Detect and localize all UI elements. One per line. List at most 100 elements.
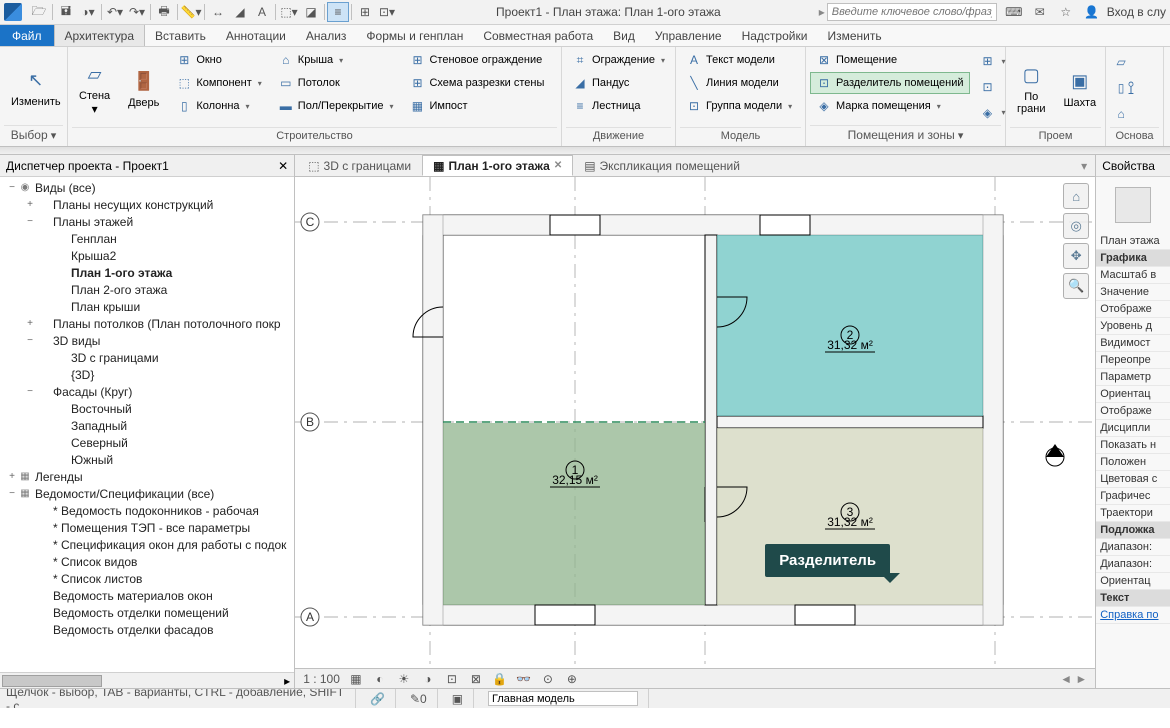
tab-addins[interactable]: Надстройки [732, 25, 818, 46]
tab-analyze[interactable]: Анализ [296, 25, 357, 46]
wall-button[interactable]: ▱Стена▾ [72, 49, 117, 127]
tree-item[interactable]: −◉Виды (все) [0, 179, 294, 196]
prop-row[interactable]: Видимост [1096, 335, 1170, 352]
modelline-button[interactable]: ╲Линия модели [680, 72, 798, 94]
nav-zoom-icon[interactable]: 🔍 [1063, 273, 1089, 299]
ramp-button[interactable]: ◢Пандус [566, 72, 671, 94]
tree-item[interactable]: Генплан [0, 230, 294, 247]
tree-item[interactable]: Ведомость отделки помещений [0, 604, 294, 621]
signin-label[interactable]: Вход в слу [1107, 5, 1166, 19]
text-icon[interactable]: A [251, 2, 273, 22]
tree-item[interactable]: −3D виды [0, 332, 294, 349]
nav-wheel-icon[interactable]: ◎ [1063, 213, 1089, 239]
prop-row[interactable]: Диапазон: [1096, 556, 1170, 573]
tree-item[interactable]: * Помещения ТЭП - все параметры [0, 519, 294, 536]
shaft-button[interactable]: ▣Шахта [1056, 49, 1103, 127]
tree-item[interactable]: Ведомость материалов окон [0, 587, 294, 604]
search-chevron-icon[interactable]: ▸ [819, 5, 825, 19]
prop-row[interactable]: Ориентац [1096, 386, 1170, 403]
prop-row[interactable]: Диапазон: [1096, 539, 1170, 556]
tree-item[interactable]: * Спецификация окон для работы с подок [0, 536, 294, 553]
prop-row[interactable]: Ориентац [1096, 573, 1170, 590]
prop-row[interactable]: Параметр [1096, 369, 1170, 386]
close-icon[interactable]: ✕ [278, 159, 288, 173]
vscroll-icon[interactable]: ◄ ► [1060, 672, 1087, 686]
close-views-icon[interactable]: ⊞ [354, 2, 376, 22]
expand-icon[interactable]: − [6, 182, 18, 193]
tab-annotate[interactable]: Аннотации [216, 25, 296, 46]
tree-item[interactable]: Восточный [0, 400, 294, 417]
type-name[interactable]: План этажа [1096, 233, 1170, 250]
tree-item[interactable]: +▦Легенды [0, 468, 294, 485]
tab-modify[interactable]: Изменить [817, 25, 891, 46]
component-button[interactable]: ⬚Компонент▾ [170, 72, 267, 94]
browser-scrollbar[interactable]: ▸ [0, 672, 294, 688]
tree-item[interactable]: 3D с границами [0, 349, 294, 366]
prop-row[interactable]: Отображе [1096, 403, 1170, 420]
prop-row[interactable]: Значение [1096, 284, 1170, 301]
undo-icon[interactable]: ↶▾ [104, 2, 126, 22]
tree-item[interactable]: +Планы потолков (План потолочного покр [0, 315, 294, 332]
door-button[interactable]: 🚪Дверь [121, 49, 166, 127]
tree-item[interactable]: План крыши [0, 298, 294, 315]
prop-row[interactable]: Траектори [1096, 505, 1170, 522]
viewtab-plan1[interactable]: ▦План 1-ого этажа✕ [422, 155, 573, 176]
tree-item[interactable]: −Фасады (Круг) [0, 383, 294, 400]
lock-icon[interactable]: 🔒 [492, 671, 508, 687]
tag-icon[interactable]: ◢ [229, 2, 251, 22]
temp-hide-icon[interactable]: 👓 [516, 671, 532, 687]
modify-button[interactable]: ↖Изменить [4, 49, 68, 125]
crop-icon[interactable]: ⊡ [444, 671, 460, 687]
nav-pan-icon[interactable]: ✥ [1063, 243, 1089, 269]
room-separator-button[interactable]: ⊡Разделитель помещений [810, 72, 970, 94]
communicate-icon[interactable]: ✉ [1029, 2, 1051, 22]
tab-manage[interactable]: Управление [645, 25, 732, 46]
dim-icon[interactable]: ↔ [207, 2, 229, 22]
design-icon[interactable]: ▣ [452, 692, 463, 706]
type-selector[interactable] [1096, 177, 1170, 233]
tree-item[interactable]: Крыша2 [0, 247, 294, 264]
help-search-input[interactable] [827, 3, 997, 21]
measure-icon[interactable]: 📏▾ [180, 2, 202, 22]
drawing-canvas[interactable]: C B A [295, 177, 1095, 668]
open-icon[interactable]: 🗁 [28, 2, 50, 22]
thin-lines-icon[interactable]: ≡ [327, 2, 349, 22]
favorite-icon[interactable]: ☆ [1055, 2, 1077, 22]
tree-item[interactable]: План 1-ого этажа [0, 264, 294, 281]
expand-icon[interactable]: − [24, 216, 36, 227]
prop-row[interactable]: Положен [1096, 454, 1170, 471]
crop-show-icon[interactable]: ⊠ [468, 671, 484, 687]
tree-item[interactable]: +Планы несущих конструкций [0, 196, 294, 213]
tree-item[interactable]: {3D} [0, 366, 294, 383]
expand-icon[interactable]: + [24, 199, 36, 210]
viewtab-schedule[interactable]: ▤Экспликация помещений [573, 155, 751, 176]
ceiling-button[interactable]: ▭Потолок [272, 72, 400, 94]
switch-view-icon[interactable]: ⊡▾ [376, 2, 398, 22]
modeltext-button[interactable]: AТекст модели [680, 49, 798, 71]
prop-row[interactable]: Уровень д [1096, 318, 1170, 335]
tree-item[interactable]: * Список видов [0, 553, 294, 570]
section-icon[interactable]: ◪ [300, 2, 322, 22]
expand-icon[interactable]: − [24, 335, 36, 346]
nav-home-icon[interactable]: ⌂ [1063, 183, 1089, 209]
signin-icon[interactable]: 👤 [1081, 2, 1103, 22]
scale-label[interactable]: 1 : 100 [303, 672, 340, 686]
prop-row[interactable]: Масштаб в [1096, 267, 1170, 284]
modelgroup-button[interactable]: ⊡Группа модели▾ [680, 95, 798, 117]
browser-tree[interactable]: −◉Виды (все)+Планы несущих конструкций − П… [0, 177, 294, 672]
tab-collaborate[interactable]: Совместная работа [473, 25, 603, 46]
room-button[interactable]: ⊠Помещение [810, 49, 970, 71]
byface-button[interactable]: ▢По грани [1010, 49, 1052, 127]
file-menu[interactable]: Файл [0, 25, 54, 46]
shadow-icon[interactable]: ◑ [420, 671, 436, 687]
app-logo-icon[interactable] [4, 3, 22, 21]
tree-item[interactable]: Северный [0, 434, 294, 451]
viewtab-3d[interactable]: ⬚3D с границами [297, 155, 422, 176]
roof-button[interactable]: ⌂Крыша▾ [272, 49, 400, 71]
tree-item[interactable]: Западный [0, 417, 294, 434]
window-button[interactable]: ⊞Окно [170, 49, 267, 71]
mullion-button[interactable]: ▦Импост [403, 95, 550, 117]
save-icon[interactable]: 🖬 [55, 2, 77, 22]
tree-item[interactable]: Ведомость отделки фасадов [0, 621, 294, 638]
datum-button[interactable]: ⟟ [1110, 49, 1152, 127]
